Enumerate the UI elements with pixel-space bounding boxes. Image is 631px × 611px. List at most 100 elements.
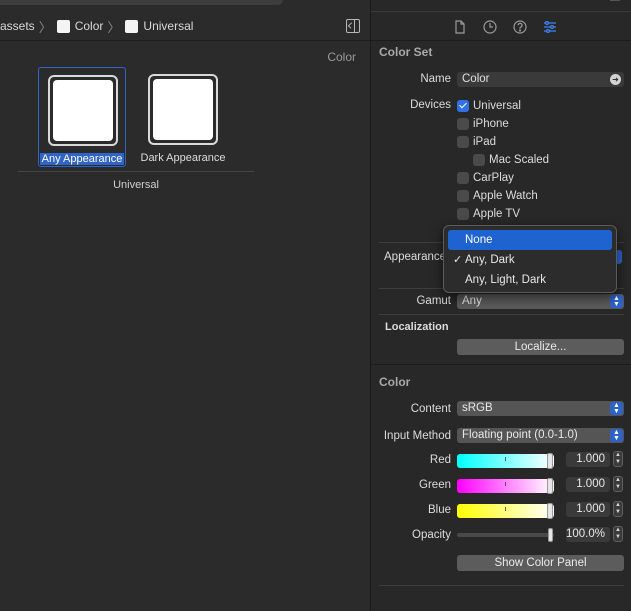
divider [379, 585, 624, 586]
red-stepper[interactable]: ▲ ▼ [613, 451, 623, 467]
slider-knob[interactable] [547, 478, 553, 494]
appearances-menu: None ✓ Any, Dark Any, Light, Dark [443, 225, 617, 293]
input-method-value: Floating point (0.0-1.0) [462, 429, 578, 441]
checkbox [457, 172, 469, 184]
divider [371, 364, 631, 365]
inspector-top-strip [371, 0, 631, 12]
breadcrumb-item-universal[interactable]: Universal [125, 19, 193, 33]
checkbox [457, 208, 469, 220]
section-title-color-set: Color Set [379, 45, 433, 59]
file-icon[interactable] [452, 19, 468, 35]
section-title-color: Color [379, 375, 411, 389]
gamut-label: Gamut [416, 295, 451, 307]
breadcrumb-label: assets [0, 19, 35, 33]
attributes-inspector: Color Set Name Color ➜ Devices Universal… [370, 0, 631, 611]
menu-item-any-dark[interactable]: ✓ Any, Dark [448, 250, 612, 270]
gamut-value: Any [462, 295, 482, 307]
green-slider[interactable] [457, 478, 554, 494]
device-checkbox-iphone[interactable]: iPhone [457, 117, 509, 131]
menu-item-any-light-dark[interactable]: Any, Light, Dark [448, 270, 612, 290]
checkbox [457, 100, 469, 112]
device-checkbox-apple-tv[interactable]: Apple TV [457, 207, 520, 221]
group-divider [18, 171, 254, 172]
checkbox-label: Mac Scaled [489, 154, 550, 166]
checkbox-label: iPhone [473, 118, 509, 130]
breadcrumb: assets 〉 Color 〉 Universal [0, 13, 370, 39]
slider-knob[interactable] [547, 503, 553, 519]
divider [379, 314, 624, 315]
arrow-right-icon[interactable]: ➜ [610, 74, 621, 85]
color-swatch-icon [125, 19, 139, 33]
chevron-up-down-icon: ▲ ▼ [610, 295, 623, 308]
localize-button[interactable]: Localize... [457, 339, 624, 355]
editor-top-strip [0, 0, 283, 5]
group-label: Universal [113, 179, 159, 191]
input-method-popup[interactable]: Floating point (0.0-1.0) ▲ ▼ [457, 428, 624, 443]
breadcrumb-label: Color [74, 19, 104, 33]
content-popup[interactable]: sRGB ▲ ▼ [457, 401, 624, 416]
checkbox-label: Apple Watch [473, 190, 538, 202]
device-checkbox-ipad[interactable]: iPad [457, 135, 496, 149]
blue-slider[interactable] [457, 503, 554, 519]
color-well-any-appearance[interactable]: Any Appearance [38, 67, 126, 167]
name-field[interactable]: Color ➜ [457, 72, 624, 87]
checkmark-icon: ✓ [453, 254, 463, 266]
checkbox-label: CarPlay [473, 172, 514, 184]
opacity-value-field[interactable]: 100.0% [566, 527, 610, 542]
checkbox [457, 136, 469, 148]
appearances-label: Appearance [384, 251, 444, 263]
device-checkbox-apple-watch[interactable]: Apple Watch [457, 189, 538, 203]
name-label: Name [420, 73, 451, 85]
section-title-localization: Localization [385, 321, 449, 333]
checkbox [457, 118, 469, 130]
device-checkbox-mac-scaled[interactable]: Mac Scaled [473, 153, 549, 167]
opacity-slider[interactable] [457, 528, 554, 542]
breadcrumb-label: Universal [143, 19, 194, 33]
checkbox-label: Apple TV [473, 208, 521, 220]
opacity-stepper[interactable]: ▲ ▼ [613, 526, 623, 542]
opacity-label: Opacity [412, 529, 451, 541]
help-icon[interactable] [512, 19, 528, 35]
red-label: Red [429, 454, 451, 466]
color-swatch [48, 75, 118, 146]
devices-label: Devices [410, 99, 451, 111]
inspector-toggle-icon[interactable] [346, 19, 360, 33]
green-value-field[interactable]: 1.000 [566, 477, 610, 492]
input-method-label: Input Method [383, 430, 451, 442]
well-label: Any Appearance [39, 153, 125, 165]
attributes-icon[interactable] [542, 19, 558, 35]
blue-stepper[interactable]: ▲ ▼ [613, 501, 623, 517]
gamut-popup[interactable]: Any ▲ ▼ [457, 294, 624, 309]
breadcrumb-item-assets[interactable]: assets [0, 19, 35, 33]
chevron-up-down-icon: ▲ ▼ [610, 429, 623, 442]
name-value: Color [462, 73, 490, 85]
device-checkbox-universal[interactable]: Universal [457, 99, 521, 113]
checkbox [457, 190, 469, 202]
blue-value-field[interactable]: 1.000 [566, 502, 610, 517]
slider-knob[interactable] [547, 453, 553, 469]
chevron-right-icon: 〉 [38, 19, 52, 35]
green-stepper[interactable]: ▲ ▼ [613, 476, 623, 492]
slider-knob[interactable] [548, 528, 553, 542]
content-label: Content [410, 403, 451, 415]
checkbox-label: iPad [473, 136, 497, 148]
breadcrumb-item-color[interactable]: Color [56, 19, 104, 33]
chevron-up-down-icon: ▲ ▼ [610, 402, 623, 415]
menu-item-none[interactable]: None [448, 230, 612, 250]
blue-label: Blue [427, 504, 451, 516]
color-swatch-icon [56, 19, 70, 33]
checkbox-label: Universal [473, 100, 521, 112]
red-value-field[interactable]: 1.000 [566, 452, 610, 467]
content-value: sRGB [462, 402, 493, 414]
device-checkbox-carplay[interactable]: CarPlay [457, 171, 514, 185]
inspector-tabs [371, 13, 631, 41]
asset-editor: assets 〉 Color 〉 Universal Color Any App… [0, 0, 370, 611]
well-label: Dark Appearance [140, 152, 226, 164]
history-icon[interactable] [482, 19, 498, 35]
chevron-right-icon: 〉 [107, 19, 121, 35]
show-color-panel-button[interactable]: Show Color Panel [457, 555, 624, 571]
menu-item-label: Any, Light, Dark [465, 274, 546, 286]
menu-item-label: Any, Dark [465, 254, 515, 266]
color-well-dark-appearance[interactable]: Dark Appearance [139, 67, 227, 167]
red-slider[interactable] [457, 453, 554, 469]
